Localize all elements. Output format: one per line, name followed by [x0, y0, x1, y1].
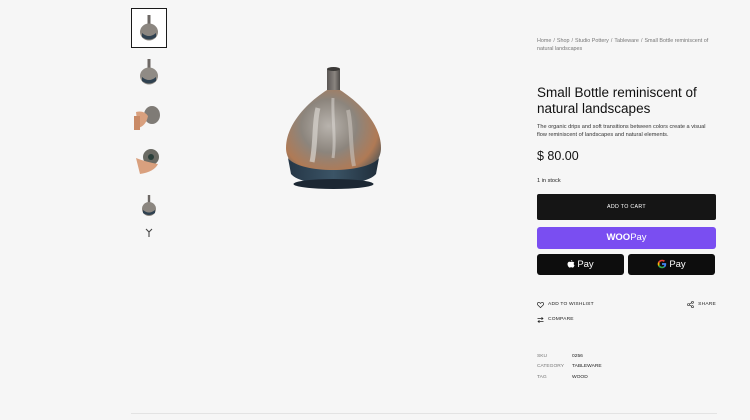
woopay-logo-bold: WOO — [606, 232, 631, 244]
breadcrumb-separator: / — [640, 38, 643, 44]
hand-holding-vase-image — [136, 149, 159, 174]
share-button[interactable]: SHARE — [687, 301, 716, 309]
google-icon — [658, 259, 667, 269]
breadcrumb: Home / Shop / Studio Pottery / Tableware / Small… — [537, 37, 717, 53]
thumbnail-3[interactable] — [131, 96, 167, 136]
express-checkout: Pay Pay — [537, 253, 717, 275]
wishlist-share-row: ADD TO WISHLIST SHARE — [537, 300, 716, 310]
vase-thumbnail-image — [142, 195, 156, 216]
breadcrumb-shop[interactable]: Shop — [557, 38, 570, 44]
product-price: $ 80.00 — [537, 148, 579, 163]
product-info: Home / Shop / Studio Pottery / Tableware / Small… — [537, 37, 717, 383]
thumbnail-2[interactable] — [131, 52, 167, 92]
wishlist-label: ADD TO WISHLIST — [548, 302, 594, 308]
meta-key: CATEGORY — [537, 364, 564, 370]
product-main-image — [278, 62, 388, 202]
meta-key: TAG — [537, 374, 547, 380]
vase-thumbnail-image — [140, 59, 158, 85]
thumbnail-1[interactable] — [131, 8, 167, 48]
hand-holding-vase-image — [134, 106, 160, 130]
compare-row: COMPARE — [537, 315, 716, 325]
stock-status: 1 in stock — [537, 177, 561, 184]
heart-icon — [537, 301, 544, 308]
meta-row-tag: TAG WOOD — [537, 373, 717, 384]
thumbnail-5[interactable] — [131, 184, 167, 224]
thumbnail-gallery — [131, 8, 167, 241]
meta-value-link[interactable]: TABLEWARE — [572, 362, 602, 373]
google-pay-button[interactable]: Pay — [628, 253, 715, 275]
section-divider — [131, 413, 717, 414]
breadcrumb-studio-pottery[interactable]: Studio Pottery — [575, 38, 609, 44]
share-icon — [687, 301, 694, 309]
google-pay-label: Pay — [669, 258, 686, 270]
apple-pay-button[interactable]: Pay — [537, 253, 624, 275]
breadcrumb-home[interactable]: Home — [537, 38, 551, 44]
breadcrumb-separator: / — [571, 38, 573, 44]
compare-label: COMPARE — [548, 317, 574, 323]
product-title: Small Bottle reminiscent of natural land… — [537, 85, 697, 116]
meta-row-sku: SKU 0256 — [537, 352, 717, 363]
add-to-wishlist-button[interactable]: ADD TO WISHLIST — [537, 301, 594, 308]
meta-value: 0256 — [572, 353, 583, 359]
breadcrumb-separator: / — [553, 38, 555, 44]
share-label: SHARE — [698, 302, 716, 308]
product-description: The organic drips and soft transitions b… — [537, 124, 706, 139]
woopay-logo-text: Pay — [630, 232, 647, 244]
meta-key: SKU — [537, 353, 548, 359]
breadcrumb-separator: / — [610, 38, 613, 44]
compare-button[interactable]: COMPARE — [537, 316, 574, 323]
add-to-cart-button[interactable]: ADD TO CART — [537, 193, 716, 220]
chevron-down-icon[interactable] — [131, 228, 167, 241]
vase-thumbnail-image — [140, 15, 158, 41]
meta-value-link[interactable]: WOOD — [572, 373, 588, 384]
breadcrumb-tableware[interactable]: Tableware — [614, 38, 639, 44]
compare-arrows-icon — [537, 316, 544, 323]
woopay-button[interactable]: WOO Pay — [537, 226, 716, 249]
meta-row-category: CATEGORY TABLEWARE — [537, 362, 717, 373]
thumbnail-4[interactable] — [131, 140, 167, 180]
product-actions: ADD TO WISHLIST SHARE COMPARE — [537, 300, 716, 325]
product-meta: SKU 0256 CATEGORY TABLEWARE TAG WOOD — [537, 352, 717, 384]
apple-pay-label: Pay — [577, 258, 594, 270]
apple-icon — [567, 260, 575, 268]
